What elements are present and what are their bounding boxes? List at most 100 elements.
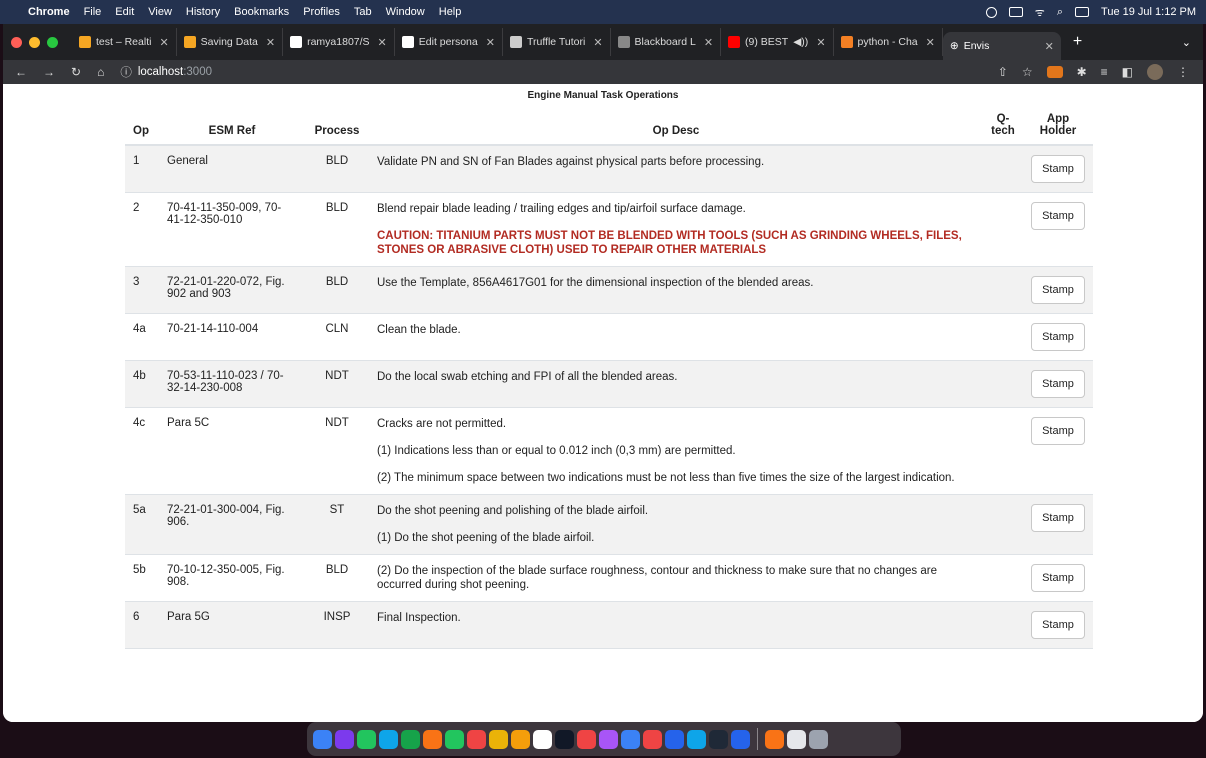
menu-file[interactable]: File — [84, 6, 102, 18]
tab-github-repo[interactable]: ramya1807/S ✕ — [283, 28, 395, 56]
extensions-puzzle-icon[interactable]: ✱ — [1077, 65, 1087, 79]
cell-app-holder: Stamp — [1023, 601, 1093, 649]
firebase-icon — [79, 36, 91, 48]
menu-profiles[interactable]: Profiles — [303, 6, 340, 18]
tab-stackoverflow[interactable]: python - Cha ✕ — [834, 28, 943, 56]
stamp-button[interactable]: Stamp — [1031, 504, 1085, 532]
dock-app-icon[interactable] — [313, 729, 332, 749]
dock-app-icon[interactable] — [687, 729, 706, 749]
back-icon[interactable]: ← — [15, 65, 27, 79]
stamp-button[interactable]: Stamp — [1031, 276, 1085, 304]
control-center-icon[interactable] — [1075, 7, 1090, 17]
profile-avatar[interactable] — [1147, 64, 1163, 80]
menu-bookmarks[interactable]: Bookmarks — [234, 6, 289, 18]
stamp-button[interactable]: Stamp — [1031, 202, 1085, 230]
battery-icon[interactable] — [1008, 7, 1023, 17]
tab-blackboard[interactable]: Blackboard L ✕ — [611, 28, 722, 56]
bookmark-star-icon[interactable]: ☆ — [1022, 65, 1033, 79]
reload-icon[interactable]: ↻ — [71, 65, 81, 79]
dock-app-icon[interactable] — [445, 729, 464, 749]
stamp-button[interactable]: Stamp — [1031, 323, 1085, 351]
dock-app-icon[interactable] — [401, 729, 420, 749]
dock-app-icon[interactable] — [765, 729, 784, 749]
dock-app-icon[interactable] — [599, 729, 618, 749]
menu-tab[interactable]: Tab — [354, 6, 372, 18]
close-window-button[interactable] — [11, 36, 22, 48]
menu-app-name[interactable]: Chrome — [28, 6, 70, 18]
tab-label: ramya1807/S — [307, 36, 370, 48]
dock-app-icon[interactable] — [379, 729, 398, 749]
close-tab-icon[interactable]: ✕ — [704, 36, 713, 49]
close-tab-icon[interactable]: ✕ — [593, 36, 602, 49]
github-icon — [401, 36, 414, 48]
cell-op: 4c — [125, 407, 159, 495]
home-icon[interactable]: ⌂ — [97, 65, 104, 79]
menu-help[interactable]: Help — [439, 6, 462, 18]
tab-saving-data[interactable]: Saving Data ✕ — [177, 28, 284, 56]
close-tab-icon[interactable]: ✕ — [486, 36, 495, 49]
dock-app-icon[interactable] — [335, 729, 354, 749]
metamask-icon[interactable] — [1046, 66, 1063, 78]
dock-app-icon[interactable] — [357, 729, 376, 749]
dock-app-icon[interactable] — [787, 729, 806, 749]
stamp-button[interactable]: Stamp — [1031, 370, 1085, 398]
dock-app-icon[interactable] — [621, 729, 640, 749]
tab-truffle-tutorial[interactable]: Truffle Tutori ✕ — [503, 28, 611, 56]
play-status-icon[interactable] — [985, 6, 997, 18]
dock-app-icon[interactable] — [709, 729, 728, 749]
header-qtech: Q-tech — [983, 113, 1023, 146]
spotlight-search-icon[interactable]: ⌕ — [1057, 6, 1063, 19]
dock-app-icon[interactable] — [643, 729, 662, 749]
close-tab-icon[interactable]: ✕ — [1045, 40, 1054, 53]
tab-label: (9) BEST — [745, 36, 789, 48]
dock-app-icon[interactable] — [555, 729, 574, 749]
dock-app-icon[interactable] — [665, 729, 684, 749]
menu-view[interactable]: View — [148, 6, 172, 18]
dock-app-icon[interactable] — [467, 729, 486, 749]
dock-app-icon[interactable] — [489, 729, 508, 749]
tab-envis-active[interactable]: ⊕ Envis ✕ — [942, 32, 1061, 60]
window-controls — [11, 36, 58, 48]
tab-youtube[interactable]: (9) BEST ◀)) ✕ — [721, 28, 834, 56]
zoom-window-button[interactable] — [47, 36, 58, 48]
stamp-button[interactable]: Stamp — [1031, 611, 1085, 639]
dock-app-icon[interactable] — [511, 729, 530, 749]
close-tab-icon[interactable]: ✕ — [378, 36, 387, 49]
more-menu-icon[interactable]: ⋮ — [1177, 65, 1189, 79]
browser-toolbar: ← → ↻ ⌂ ⓘ localhost:3000 ⇧ ☆ ✱ ≡ ◧ ⋮ — [3, 60, 1203, 84]
minimize-window-button[interactable] — [29, 36, 40, 48]
new-tab-button[interactable]: + — [1073, 33, 1082, 51]
tab-label: Edit persona — [418, 36, 478, 48]
dock-app-icon[interactable] — [533, 729, 552, 749]
menu-clock[interactable]: Tue 19 Jul 1:12 PM — [1101, 6, 1196, 18]
dock-app-icon[interactable] — [809, 729, 828, 749]
stamp-button[interactable]: Stamp — [1031, 564, 1085, 592]
cell-app-holder: Stamp — [1023, 313, 1093, 361]
side-panel-icon[interactable]: ◧ — [1122, 65, 1133, 79]
forward-icon[interactable]: → — [43, 65, 55, 79]
cell-esm-ref: 72-21-01-220-072, Fig. 902 and 903 — [159, 266, 305, 314]
share-icon[interactable]: ⇧ — [998, 65, 1008, 79]
menu-window[interactable]: Window — [386, 6, 425, 18]
tab-edit-personal[interactable]: Edit persona ✕ — [395, 28, 503, 56]
dock-app-icon[interactable] — [577, 729, 596, 749]
table-row: 6 Para 5G INSP Final Inspection. Stamp — [125, 601, 1093, 649]
close-tab-icon[interactable]: ✕ — [266, 36, 275, 49]
close-tab-icon[interactable]: ✕ — [816, 36, 825, 49]
stamp-button[interactable]: Stamp — [1031, 155, 1085, 183]
tab-test-realtime[interactable]: test – Realti ✕ — [72, 28, 177, 56]
dock-app-icon[interactable] — [731, 729, 750, 749]
audio-playing-icon[interactable]: ◀)) — [793, 36, 808, 48]
address-bar[interactable]: ⓘ localhost:3000 — [120, 64, 212, 80]
stamp-button[interactable]: Stamp — [1031, 417, 1085, 445]
wifi-icon[interactable]: ᯤ — [1035, 5, 1045, 20]
reading-list-icon[interactable]: ≡ — [1101, 65, 1108, 79]
tab-search-chevron-icon[interactable]: ⌄ — [1182, 36, 1191, 49]
close-tab-icon[interactable]: ✕ — [926, 36, 935, 49]
info-icon[interactable]: ⓘ — [120, 64, 132, 80]
menu-edit[interactable]: Edit — [115, 6, 134, 18]
close-tab-icon[interactable]: ✕ — [159, 36, 168, 49]
menu-history[interactable]: History — [186, 6, 220, 18]
dock-app-icon[interactable] — [423, 729, 442, 749]
cell-op: 5b — [125, 554, 159, 602]
